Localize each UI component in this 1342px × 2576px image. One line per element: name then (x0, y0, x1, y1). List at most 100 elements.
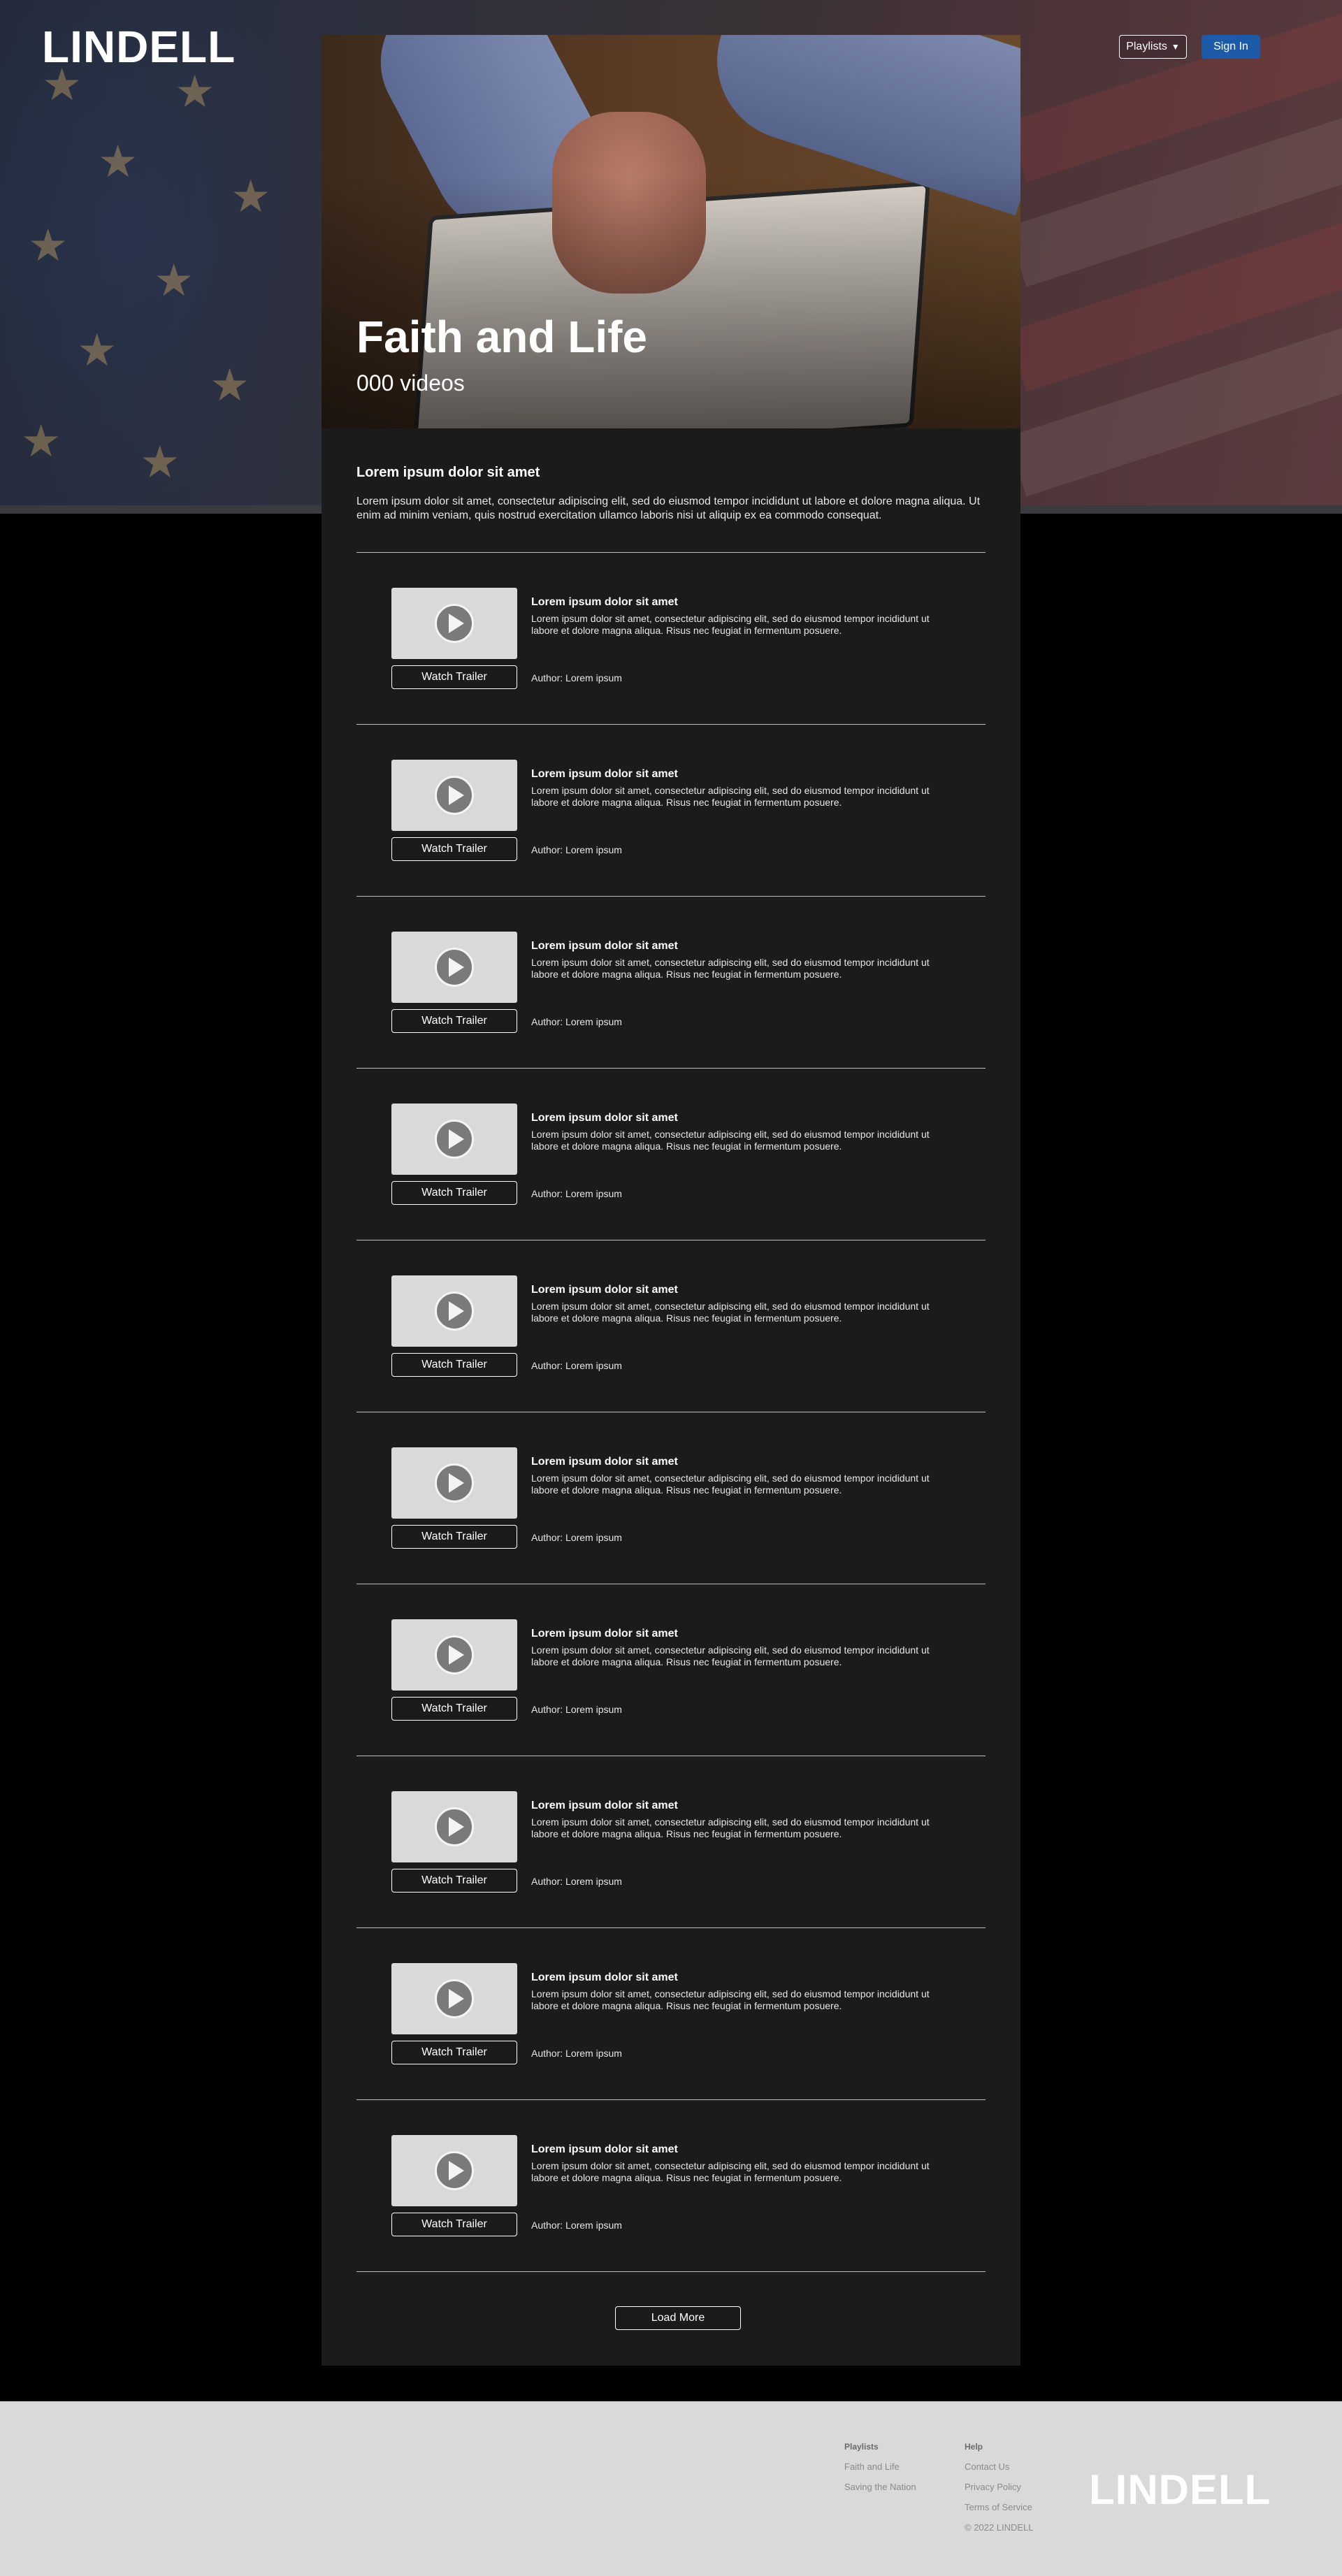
hero-photo-overlay (322, 35, 1020, 428)
flag-star-icon: ★ (28, 220, 68, 272)
video-description: Lorem ipsum dolor sit amet, consectetur … (531, 1988, 930, 2011)
video-description: Lorem ipsum dolor sit amet, consectetur … (531, 1301, 930, 1324)
video-author: Author: Lorem ipsum (531, 2048, 622, 2059)
play-icon[interactable] (435, 1120, 474, 1159)
video-thumbnail[interactable] (391, 1619, 517, 1691)
video-title: Lorem ipsum dolor sit amet (531, 1628, 678, 1640)
video-item: Watch Trailer Lorem ipsum dolor sit amet L… (356, 553, 986, 725)
flag-star-icon: ★ (210, 360, 250, 412)
watch-trailer-button[interactable]: Watch Trailer (391, 1009, 517, 1033)
playlist-intro: Lorem ipsum dolor sit amet Lorem ipsum d… (322, 428, 1020, 523)
video-thumbnail[interactable] (391, 932, 517, 1003)
video-item: Watch Trailer Lorem ipsum dolor sit amet L… (356, 725, 986, 897)
video-description: Lorem ipsum dolor sit amet, consectetur … (531, 2160, 930, 2183)
video-thumbnail[interactable] (391, 1104, 517, 1175)
watch-trailer-button[interactable]: Watch Trailer (391, 2041, 517, 2064)
footer-link[interactable]: Saving the Nation (844, 2482, 916, 2492)
intro-text: Lorem ipsum dolor sit amet, consectetur … (356, 495, 981, 521)
video-item: Watch Trailer Lorem ipsum dolor sit amet L… (356, 1412, 986, 1584)
video-title: Lorem ipsum dolor sit amet (531, 1800, 678, 1811)
video-description: Lorem ipsum dolor sit amet, consectetur … (531, 613, 930, 636)
site-footer: Playlists Faith and Life Saving the Nati… (0, 2401, 1342, 2576)
video-title: Lorem ipsum dolor sit amet (531, 1112, 678, 1124)
footer-playlists-column: Playlists Faith and Life Saving the Nati… (844, 2442, 916, 2502)
play-icon[interactable] (435, 604, 474, 643)
playlists-dropdown[interactable]: Playlists ▼ (1119, 35, 1187, 59)
video-author: Author: Lorem ipsum (531, 2220, 622, 2231)
intro-heading: Lorem ipsum dolor sit amet (356, 465, 540, 480)
footer-link[interactable]: Faith and Life (844, 2461, 916, 2472)
video-title: Lorem ipsum dolor sit amet (531, 768, 678, 780)
dropdown-arrow-icon: ▼ (1171, 42, 1180, 52)
video-description: Lorem ipsum dolor sit amet, consectetur … (531, 1472, 930, 1496)
video-item: Watch Trailer Lorem ipsum dolor sit amet L… (356, 1240, 986, 1412)
video-description: Lorem ipsum dolor sit amet, consectetur … (531, 785, 930, 808)
video-author: Author: Lorem ipsum (531, 844, 622, 855)
watch-trailer-button[interactable]: Watch Trailer (391, 1697, 517, 1721)
watch-trailer-button[interactable]: Watch Trailer (391, 1353, 517, 1377)
footer-playlists-heading: Playlists (844, 2442, 879, 2452)
watch-trailer-button[interactable]: Watch Trailer (391, 1181, 517, 1205)
playlist-card: Faith and Life 000 videos Lorem ipsum do… (322, 35, 1020, 2366)
flag-star-icon: ★ (154, 255, 194, 307)
footer-link[interactable]: Terms of Service (965, 2502, 1033, 2512)
video-thumbnail[interactable] (391, 1963, 517, 2034)
play-icon[interactable] (435, 1291, 474, 1331)
flag-star-icon: ★ (21, 416, 62, 468)
video-author: Author: Lorem ipsum (531, 1704, 622, 1715)
video-description: Lorem ipsum dolor sit amet, consectetur … (531, 1129, 930, 1152)
play-icon[interactable] (435, 1807, 474, 1846)
footer-logo[interactable]: LINDELL (1089, 2466, 1271, 2514)
footer-help-column: Help Contact Us Privacy Policy Terms of … (965, 2442, 1033, 2542)
play-icon[interactable] (435, 2151, 474, 2190)
site-logo[interactable]: LINDELL (42, 21, 236, 73)
video-item: Watch Trailer Lorem ipsum dolor sit amet L… (356, 1069, 986, 1240)
video-title: Lorem ipsum dolor sit amet (531, 1284, 678, 1296)
play-icon[interactable] (435, 1979, 474, 2018)
footer-link[interactable]: Contact Us (965, 2461, 1033, 2472)
watch-trailer-button[interactable]: Watch Trailer (391, 665, 517, 689)
video-author: Author: Lorem ipsum (531, 1532, 622, 1543)
video-description: Lorem ipsum dolor sit amet, consectetur … (531, 1816, 930, 1839)
flag-star-icon: ★ (140, 437, 180, 489)
video-thumbnail[interactable] (391, 760, 517, 831)
playlist-title: Faith and Life (356, 312, 647, 362)
playlist-hero-image: Faith and Life 000 videos (322, 35, 1020, 428)
flag-star-icon: ★ (231, 171, 271, 223)
play-icon[interactable] (435, 776, 474, 815)
watch-trailer-button[interactable]: Watch Trailer (391, 1525, 517, 1549)
flag-star-icon: ★ (98, 136, 138, 188)
video-author: Author: Lorem ipsum (531, 672, 622, 683)
video-title: Lorem ipsum dolor sit amet (531, 1456, 678, 1468)
video-title: Lorem ipsum dolor sit amet (531, 940, 678, 952)
play-icon[interactable] (435, 1635, 474, 1674)
sign-in-button[interactable]: Sign In (1202, 35, 1260, 59)
watch-trailer-button[interactable]: Watch Trailer (391, 837, 517, 861)
video-thumbnail[interactable] (391, 1447, 517, 1519)
flag-star-icon: ★ (77, 325, 117, 377)
playlists-label: Playlists (1126, 41, 1167, 52)
video-count: 000 videos (356, 370, 465, 396)
footer-help-heading: Help (965, 2442, 983, 2452)
watch-trailer-button[interactable]: Watch Trailer (391, 1869, 517, 1893)
copyright: © 2022 LINDELL (965, 2522, 1034, 2533)
video-thumbnail[interactable] (391, 588, 517, 659)
play-icon[interactable] (435, 1463, 474, 1503)
video-description: Lorem ipsum dolor sit amet, consectetur … (531, 957, 930, 980)
video-title: Lorem ipsum dolor sit amet (531, 1971, 678, 1983)
video-title: Lorem ipsum dolor sit amet (531, 596, 678, 608)
video-author: Author: Lorem ipsum (531, 1876, 622, 1887)
video-item: Watch Trailer Lorem ipsum dolor sit amet L… (356, 1584, 986, 1756)
load-more-button[interactable]: Load More (615, 2306, 741, 2330)
video-description: Lorem ipsum dolor sit amet, consectetur … (531, 1644, 930, 1667)
video-thumbnail[interactable] (391, 1791, 517, 1862)
video-list: Watch Trailer Lorem ipsum dolor sit amet L… (356, 552, 986, 2272)
play-icon[interactable] (435, 948, 474, 987)
video-thumbnail[interactable] (391, 1275, 517, 1347)
video-item: Watch Trailer Lorem ipsum dolor sit amet L… (356, 2100, 986, 2272)
video-item: Watch Trailer Lorem ipsum dolor sit amet L… (356, 1756, 986, 1928)
video-thumbnail[interactable] (391, 2135, 517, 2206)
video-author: Author: Lorem ipsum (531, 1188, 622, 1199)
footer-link[interactable]: Privacy Policy (965, 2482, 1033, 2492)
watch-trailer-button[interactable]: Watch Trailer (391, 2213, 517, 2236)
